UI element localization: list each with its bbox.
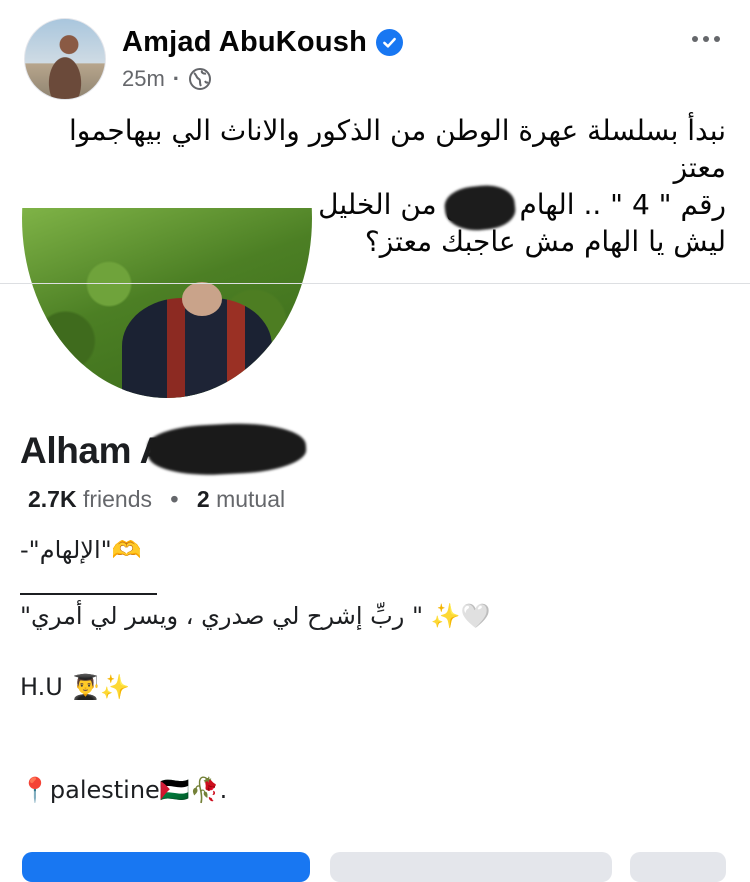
shared-profile-name-row: Alham Awad [20,419,308,479]
author-name[interactable]: Amjad AbuKoush [122,26,367,59]
redaction-scribble [146,419,308,479]
post-meta: 25m · [122,66,212,92]
globe-icon [188,67,212,91]
post-header: Amjad AbuKoush 25m · [0,0,750,110]
friends-separator: • [170,486,179,512]
bio-line: -"الإلهام"🫶 [20,536,142,564]
post-divider [0,283,750,284]
author-avatar[interactable] [24,18,106,100]
profile-more-button[interactable] [630,852,726,882]
caption-line: نبدأ بسلسلة عهرة الوطن من الذكور والاناث… [69,114,726,147]
meta-separator: · [172,66,181,91]
friends-label: friends [82,486,153,512]
add-friend-button[interactable] [22,852,310,882]
verified-badge-icon [376,29,403,56]
bio-line: "ربِّ إشرح لي صدري ، ويسر لي أمري " ✨🤍 [20,602,491,630]
friends-count: 2.7K [28,486,77,512]
author-row: Amjad AbuKoush [122,26,403,59]
bio-line: H.U 👨‍🎓✨ [20,673,131,701]
friends-count-row: 2.7K friends • 2 mutual [28,486,285,513]
bio-line: 📍palestine🇵🇸🥀. [20,776,228,804]
message-button[interactable] [330,852,612,882]
mutual-label: mutual [216,486,286,512]
post-time[interactable]: 25m [122,66,165,92]
mutual-count: 2 [196,486,210,512]
shared-profile-photo[interactable] [22,208,312,398]
caption-line: معتز [673,151,726,184]
bio-divider-line [20,593,157,595]
more-options-icon[interactable] [686,26,726,52]
